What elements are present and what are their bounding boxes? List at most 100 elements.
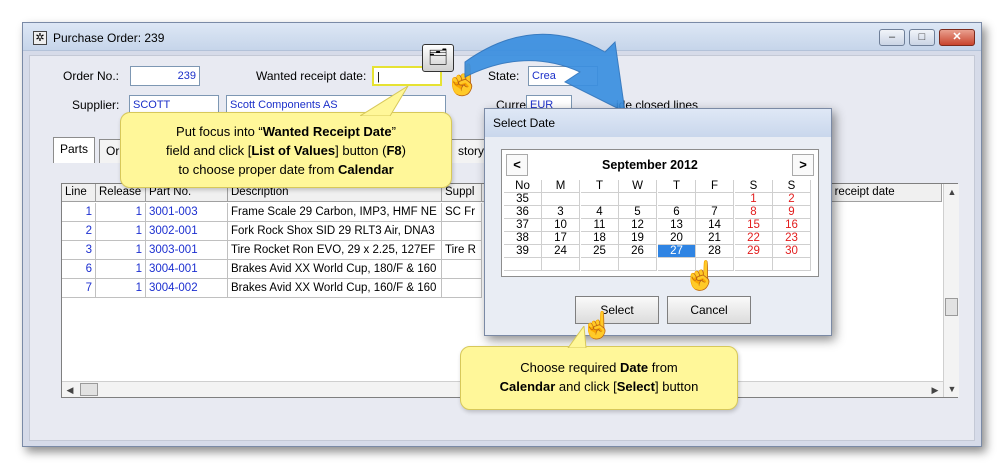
- day-header: T: [658, 180, 696, 193]
- calendar-day-empty: [735, 258, 773, 271]
- app-gear-icon: ✲: [33, 31, 47, 45]
- calendar-day-empty: [581, 258, 619, 271]
- cell-part-no: 3002-001: [146, 222, 228, 241]
- cell-line: 7: [62, 279, 96, 298]
- scroll-right-icon[interactable]: ▶: [927, 382, 943, 398]
- calendar-day-10[interactable]: 10: [542, 219, 580, 232]
- callout-line: Put focus into “Wanted Receipt Date”: [176, 124, 396, 139]
- scroll-up-icon[interactable]: ▲: [944, 184, 960, 200]
- cell-description: Tire Rocket Ron EVO, 29 x 2.25, 127EF: [228, 241, 442, 260]
- calendar-day-8[interactable]: 8: [735, 206, 773, 219]
- calendar-day-3[interactable]: 3: [542, 206, 580, 219]
- cell-line: 3: [62, 241, 96, 260]
- cell-supplier: Tire R: [442, 241, 482, 260]
- cell-supplier: SC Fr: [442, 203, 482, 222]
- callout-line: Choose required Date from: [520, 360, 678, 375]
- calendar-day-12[interactable]: 12: [619, 219, 657, 232]
- week-number: 36: [504, 206, 542, 219]
- cell-description: Frame Scale 29 Carbon, IMP3, HMF NE: [228, 203, 442, 222]
- calendar-day-1[interactable]: 1: [735, 193, 773, 206]
- scroll-left-icon[interactable]: ◀: [62, 382, 78, 398]
- calendar-day-19[interactable]: 19: [619, 232, 657, 245]
- vertical-scrollbar[interactable]: ▲ ▼: [943, 184, 959, 397]
- col-header-wanted-receipt-date[interactable]: d receipt date: [822, 184, 942, 202]
- day-header: S: [735, 180, 773, 193]
- calendar-day-7[interactable]: 7: [696, 206, 734, 219]
- calendar-day-26[interactable]: 26: [619, 245, 657, 258]
- horizontal-scroll-thumb[interactable]: [80, 383, 98, 396]
- scroll-down-icon[interactable]: ▼: [944, 381, 960, 397]
- calendar-day-24[interactable]: 24: [542, 245, 580, 258]
- calendar-day-30[interactable]: 30: [773, 245, 811, 258]
- calendar-day-17[interactable]: 17: [542, 232, 580, 245]
- calendar-day-5[interactable]: 5: [619, 206, 657, 219]
- cell-part-no: 3003-001: [146, 241, 228, 260]
- prev-month-button[interactable]: <: [506, 154, 528, 176]
- cell-release: 1: [96, 279, 146, 298]
- close-button[interactable]: ✕: [939, 29, 975, 46]
- calendar-day-empty: [619, 193, 657, 206]
- cell-part-no: 3004-001: [146, 260, 228, 279]
- callout-pointer: [360, 86, 409, 116]
- col-header-line[interactable]: Line: [62, 184, 96, 202]
- next-month-button[interactable]: >: [792, 154, 814, 176]
- calendar-day-14[interactable]: 14: [696, 219, 734, 232]
- cell-description: Fork Rock Shox SID 29 RLT3 Air, DNA3: [228, 222, 442, 241]
- calendar-day-13[interactable]: 13: [658, 219, 696, 232]
- calendar-day-11[interactable]: 11: [581, 219, 619, 232]
- callout-pointer: [567, 326, 587, 348]
- cell-description: Brakes Avid XX World Cup, 160/F & 160: [228, 279, 442, 298]
- calendar-day-9[interactable]: 9: [773, 206, 811, 219]
- instruction-callout-top: Put focus into “Wanted Receipt Date” fie…: [120, 112, 452, 188]
- col-header-supplier[interactable]: Suppl: [442, 184, 482, 202]
- calendar-month-title: September 2012: [602, 158, 698, 172]
- cell-release: 1: [96, 203, 146, 222]
- calendar-day-15[interactable]: 15: [735, 219, 773, 232]
- cell-release: 1: [96, 222, 146, 241]
- calendar-day-22[interactable]: 22: [735, 232, 773, 245]
- calendar-day-empty: [696, 193, 734, 206]
- calendar-day-20[interactable]: 20: [658, 232, 696, 245]
- cell-release: 1: [96, 241, 146, 260]
- calendar-day-16[interactable]: 16: [773, 219, 811, 232]
- calendar-day-empty: [504, 258, 542, 271]
- calendar-day-18[interactable]: 18: [581, 232, 619, 245]
- calendar-day-2[interactable]: 2: [773, 193, 811, 206]
- calendar-day-4[interactable]: 4: [581, 206, 619, 219]
- select-date-dialog: Select Date < September 2012 > No M T W …: [484, 108, 832, 336]
- week-number: 35: [504, 193, 542, 206]
- maximize-button[interactable]: □: [909, 29, 935, 46]
- cell-line: 2: [62, 222, 96, 241]
- calendar-day-23[interactable]: 23: [773, 232, 811, 245]
- callout-line: Calendar and click [Select] button: [499, 379, 699, 394]
- calendar-day-empty: [542, 193, 580, 206]
- window-title: Purchase Order: 239: [53, 31, 165, 45]
- calendar-day-25[interactable]: 25: [581, 245, 619, 258]
- week-number: 37: [504, 219, 542, 232]
- instruction-callout-bottom: Choose required Date from Calendar and c…: [460, 346, 738, 410]
- calendar-day-27[interactable]: 27: [658, 245, 696, 258]
- supplier-label: Supplier:: [72, 98, 120, 112]
- tab-parts[interactable]: Parts: [53, 137, 96, 163]
- calendar-day-empty: [581, 193, 619, 206]
- calendar-day-6[interactable]: 6: [658, 206, 696, 219]
- vertical-scroll-thumb[interactable]: [945, 298, 958, 316]
- cell-description: Brakes Avid XX World Cup, 180/F & 160: [228, 260, 442, 279]
- calendar-day-empty: [542, 258, 580, 271]
- cell-part-no: 3004-002: [146, 279, 228, 298]
- cancel-button[interactable]: Cancel: [667, 296, 751, 324]
- calendar: < September 2012 > No M T W T F S S 35 1 2…: [501, 149, 819, 277]
- minimize-button[interactable]: –: [879, 29, 905, 46]
- day-header: T: [581, 180, 619, 193]
- order-no-field[interactable]: 239: [130, 66, 200, 86]
- callout-line: to choose proper date from Calendar: [178, 162, 394, 177]
- calendar-day-28[interactable]: 28: [696, 245, 734, 258]
- cell-line: 1: [62, 203, 96, 222]
- day-header: F: [696, 180, 734, 193]
- calendar-day-29[interactable]: 29: [735, 245, 773, 258]
- cell-line: 6: [62, 260, 96, 279]
- week-number: 39: [504, 245, 542, 258]
- cell-supplier: [442, 279, 482, 298]
- calendar-day-21[interactable]: 21: [696, 232, 734, 245]
- dialog-title: Select Date: [485, 109, 831, 137]
